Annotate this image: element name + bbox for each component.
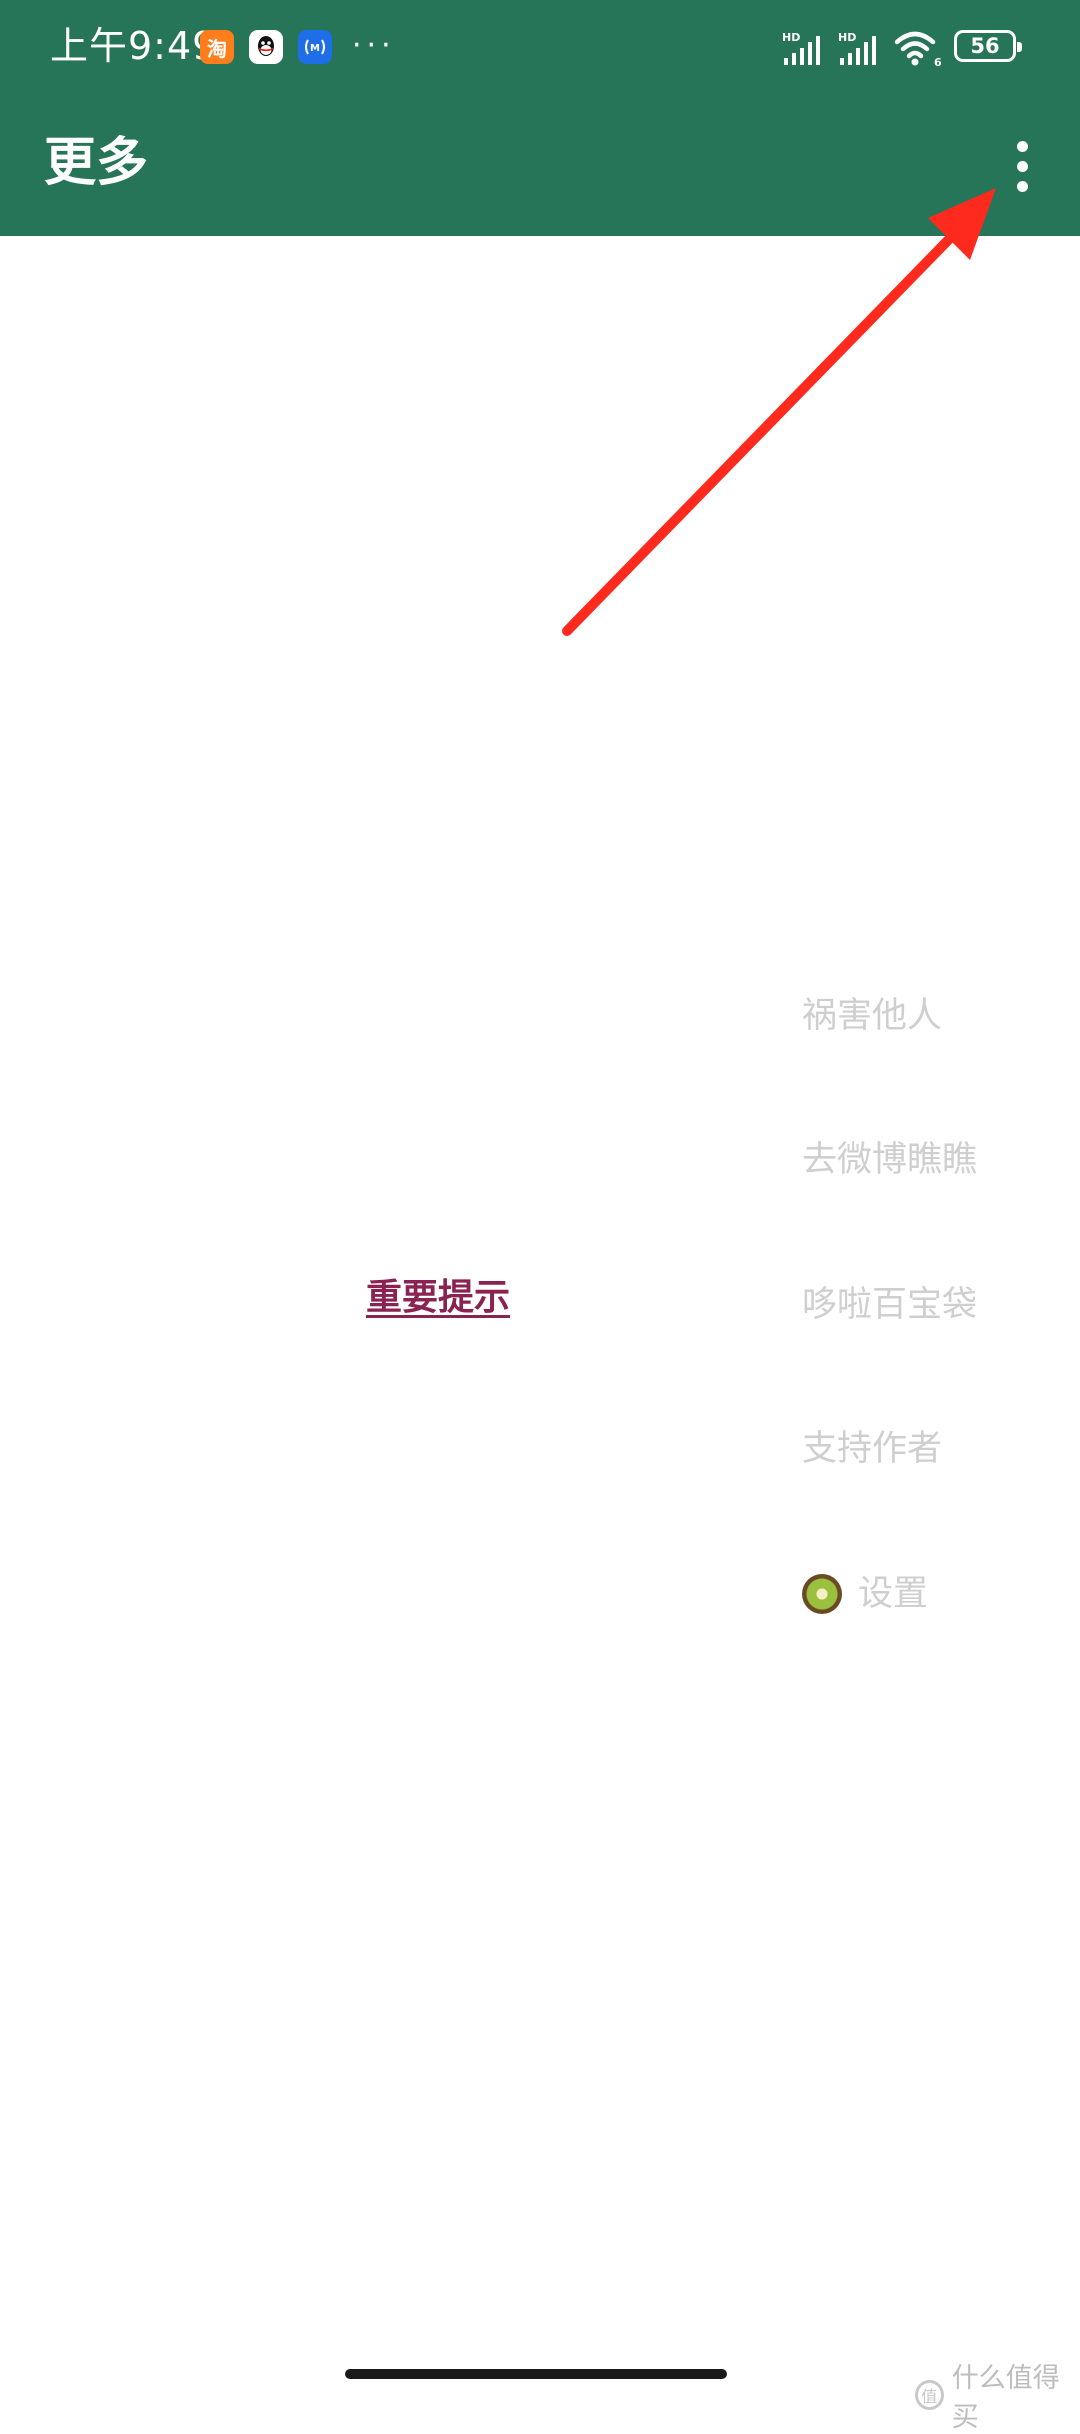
cellular-signal-icon: HD: [782, 31, 820, 65]
battery-icon: 56: [954, 30, 1022, 62]
taobao-icon: 淘: [200, 30, 234, 64]
menu-item-support-author[interactable]: 支持作者: [802, 1413, 942, 1485]
important-notice-link[interactable]: 重要提示: [366, 1270, 510, 1326]
status-time: 上午9:49: [50, 24, 218, 68]
menu-item-settings-label: 设置: [858, 1574, 929, 1614]
screen: 上午9:49 淘 M ··· HD HD 6 56 更多 重要提示 祸害他人 去…: [0, 0, 1080, 2433]
watermark-logo-icon: 值: [915, 2380, 944, 2410]
watermark-text: 什么值得买: [951, 2363, 1060, 2433]
qq-icon: [249, 30, 283, 64]
menu-item-harm-others[interactable]: 祸害他人: [802, 980, 942, 1052]
more-vert-icon: [1016, 140, 1028, 152]
app-bar: 更多: [0, 92, 1080, 236]
home-indicator[interactable]: [345, 2369, 727, 2379]
svg-text:6: 6: [934, 56, 941, 68]
annotation-arrow: [562, 188, 996, 636]
svg-text:HD: HD: [838, 31, 856, 44]
menu-item-weibo[interactable]: 去微博瞧瞧: [802, 1124, 977, 1196]
nfc-icon: M: [298, 30, 332, 64]
more-notifications-icon: ···: [352, 28, 396, 63]
svg-text:HD: HD: [782, 31, 800, 44]
watermark: 值 什么值得买: [915, 2356, 1080, 2434]
status-bar: 上午9:49 淘 M ··· HD HD 6 56: [0, 0, 1080, 92]
kiwi-icon: [802, 1574, 842, 1614]
menu-item-doraemon-pocket[interactable]: 哆啦百宝袋: [802, 1269, 977, 1341]
menu-item-settings[interactable]: 设置: [802, 1558, 928, 1630]
more-vert-button[interactable]: [1000, 134, 1044, 198]
page-title: 更多: [44, 133, 149, 193]
svg-text:M: M: [310, 43, 320, 54]
cellular-signal-icon: HD: [838, 31, 876, 65]
wifi-icon: 6: [894, 31, 941, 68]
